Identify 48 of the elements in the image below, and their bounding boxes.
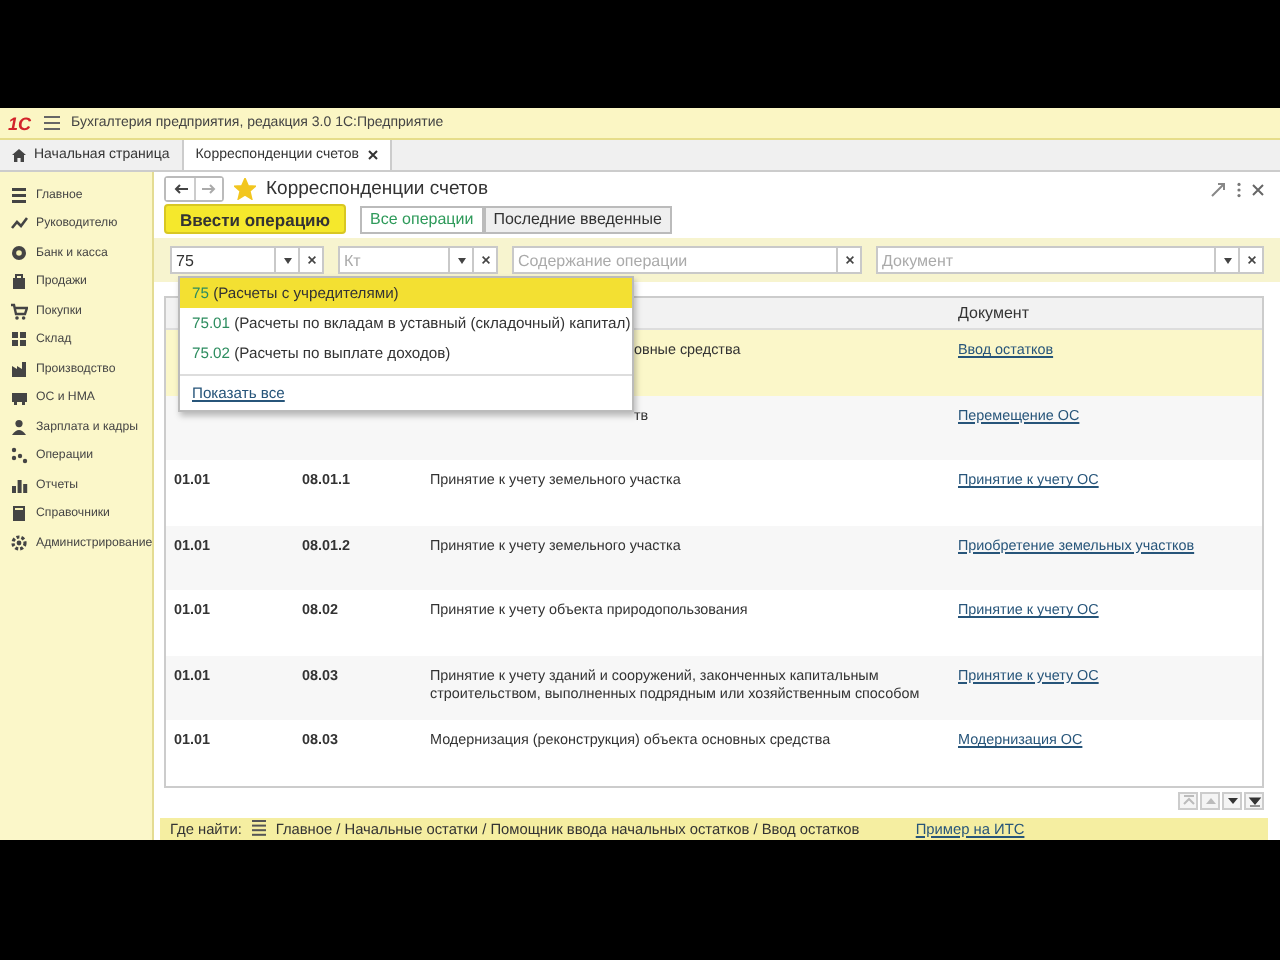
close-icon[interactable]: [1252, 183, 1264, 195]
coin-icon: [10, 243, 28, 262]
clear-icon[interactable]: [481, 256, 489, 264]
app-logo: 1С: [8, 113, 32, 133]
last-page-button[interactable]: [1244, 791, 1264, 809]
down-button[interactable]: [1222, 791, 1242, 809]
clear-icon[interactable]: [307, 256, 315, 264]
form-title: Корреспонденции счетов: [266, 178, 490, 200]
dots-icon: [10, 446, 28, 465]
gear-icon: [10, 533, 28, 552]
bar-chart-icon: [10, 475, 28, 494]
dropdown-icon[interactable]: [1223, 257, 1231, 263]
more-icon[interactable]: [1236, 181, 1242, 197]
column-header: Документ: [956, 304, 1031, 322]
first-page-icon: [1181, 793, 1195, 807]
last-page-icon: [1247, 793, 1261, 807]
back-button[interactable]: [166, 178, 194, 200]
clear-icon[interactable]: [845, 256, 854, 264]
bag-icon: [10, 272, 28, 291]
up-icon: [1203, 793, 1217, 807]
left-arrow-icon: [173, 184, 187, 194]
close-icon[interactable]: [367, 150, 378, 160]
menu-icon[interactable]: [43, 116, 60, 130]
view-tab[interactable]: Последние введенные: [483, 205, 672, 233]
right-arrow-icon: [202, 184, 216, 194]
dropdown-icon[interactable]: [283, 257, 291, 263]
list-icon: [251, 820, 266, 837]
home-icon: [12, 148, 26, 162]
factory-icon: [10, 359, 28, 378]
machine-icon: [10, 388, 28, 407]
link-icon[interactable]: [1210, 181, 1226, 197]
view-tab[interactable]: Все операции: [360, 205, 484, 233]
navigation-buttons[interactable]: [164, 176, 224, 202]
cart-icon: [10, 301, 28, 320]
trend-icon: [10, 214, 28, 233]
person-icon: [10, 417, 28, 436]
filter-field[interactable]: Документ: [876, 246, 1216, 274]
down-icon: [1225, 793, 1239, 807]
book-icon: [10, 504, 28, 523]
dropdown-icon[interactable]: [457, 257, 465, 263]
filter-field[interactable]: Содержание операции: [512, 246, 839, 274]
filter-field[interactable]: 75: [170, 246, 276, 274]
star-icon[interactable]: [234, 178, 256, 200]
grid-icon: [10, 330, 28, 349]
clear-icon[interactable]: [1247, 256, 1255, 264]
enter-operation-button[interactable]: Ввести операцию: [164, 204, 347, 234]
menu-icon: [10, 185, 28, 204]
filter-field[interactable]: Кт: [338, 246, 450, 274]
